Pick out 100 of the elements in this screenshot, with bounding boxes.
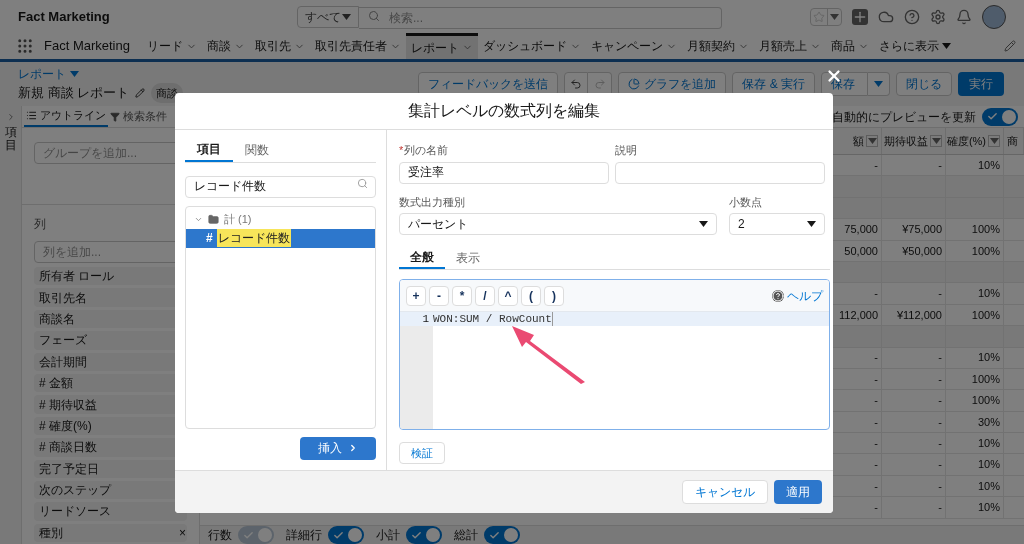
tree-item[interactable]: # レコード件数: [186, 228, 375, 248]
check-icon: [987, 111, 998, 122]
run-button[interactable]: 実行: [958, 72, 1004, 96]
table-cell-text: -: [938, 436, 942, 451]
chevron-right-icon: [348, 443, 358, 453]
sidebar-tab[interactable]: 検索条件: [108, 106, 169, 127]
tree-folder[interactable]: 計 (1): [186, 209, 375, 229]
search-icon: [357, 178, 368, 189]
toggle-label: 小計: [376, 527, 400, 544]
nav-tab[interactable]: リード: [142, 33, 202, 59]
nav-tab[interactable]: 商談: [202, 33, 250, 59]
cancel-button[interactable]: キャンセル: [682, 480, 768, 504]
nav-tab[interactable]: 月額売上: [754, 33, 826, 59]
save-menu-button[interactable]: [868, 72, 890, 96]
formula-code: WON:SUM / RowCount: [433, 312, 553, 326]
display-toggle[interactable]: [328, 526, 364, 544]
avatar[interactable]: [982, 4, 1006, 29]
toolbar-button[interactable]: フィードバックを送信: [418, 72, 559, 96]
chart-icon: [628, 78, 641, 90]
line-number: 1: [400, 312, 433, 326]
favorites-button[interactable]: [810, 7, 842, 26]
nav-tab[interactable]: レポート: [406, 33, 478, 59]
sidebar-tab[interactable]: アウトライン: [24, 106, 108, 127]
decimals-select[interactable]: 2: [729, 213, 825, 235]
nav-tab[interactable]: キャンペーン: [586, 33, 682, 59]
caret-icon: [70, 70, 79, 77]
description-field[interactable]: [615, 161, 825, 184]
filter-dropdown[interactable]: [866, 135, 878, 147]
operator-button[interactable]: (: [521, 285, 541, 306]
nav-tab[interactable]: さらに表示: [874, 33, 956, 59]
dialog-tab[interactable]: 項目: [185, 138, 233, 162]
nav-tab[interactable]: ダッシュボード: [478, 33, 586, 59]
table-cell-text: -: [874, 157, 878, 173]
field-search-field[interactable]: レコード件数: [185, 175, 376, 198]
breadcrumb-link[interactable]: レポート: [18, 64, 184, 83]
table-cell-text: -: [938, 350, 942, 366]
output-type-select[interactable]: パーセント: [399, 213, 717, 235]
validate-button[interactable]: 検証: [399, 442, 445, 465]
toolbar-button[interactable]: 閉じる: [896, 72, 952, 96]
operator-button[interactable]: +: [406, 285, 426, 306]
operator-button[interactable]: /: [475, 285, 495, 306]
dialog-tab[interactable]: 全般: [399, 246, 445, 269]
help-link[interactable]: ヘルプ: [772, 286, 823, 305]
apply-button[interactable]: 適用: [774, 480, 822, 504]
caret-icon: [989, 138, 999, 144]
table-cell-text: 10%: [977, 500, 1000, 516]
remove-button[interactable]: ×: [179, 523, 186, 542]
table-cell-text: 50,000: [844, 243, 878, 259]
column-header[interactable]: 期待収益: [882, 128, 946, 154]
insert-button[interactable]: 挿入: [300, 436, 376, 460]
toolbar-button[interactable]: 保存 & 実行: [732, 72, 815, 96]
filter-dropdown[interactable]: [930, 135, 942, 147]
check-icon: [411, 529, 422, 541]
table-cell-text: 100%: [971, 222, 1000, 238]
help-icon[interactable]: [904, 8, 920, 25]
redo-button[interactable]: [588, 72, 613, 96]
table-cell-text: 100%: [971, 307, 1000, 323]
column-item[interactable]: 種別: [39, 523, 63, 542]
filter-dropdown[interactable]: [988, 135, 1000, 147]
operator-button[interactable]: *: [452, 285, 472, 306]
notifications-icon[interactable]: [956, 8, 972, 25]
search-field[interactable]: 検索...: [359, 6, 722, 29]
add-chart-button[interactable]: グラフを追加: [618, 72, 727, 96]
undo-button[interactable]: [564, 72, 589, 96]
column-header[interactable]: 確度(%): [946, 128, 1004, 154]
add-icon[interactable]: [852, 8, 868, 25]
table-cell-text: 112,000: [839, 307, 878, 323]
operator-button[interactable]: ): [544, 285, 564, 306]
column-header[interactable]: 商: [1004, 128, 1024, 154]
operator-button[interactable]: -: [429, 285, 449, 306]
save-button[interactable]: 保存: [821, 72, 868, 96]
column-name-field[interactable]: 受注率: [399, 161, 609, 184]
formula-editor[interactable]: + - * / ^ ( ) ヘルプ 1 WON:SUM / RowCount: [399, 279, 830, 430]
nav-tab[interactable]: 月額契約: [682, 33, 754, 59]
table-cell-text: -: [874, 350, 878, 366]
nav-tab[interactable]: 取引先: [250, 33, 310, 59]
fields-panel-label[interactable]: 項目: [4, 126, 17, 153]
check-icon: [333, 529, 344, 541]
edit-icon[interactable]: [1004, 40, 1016, 52]
display-toggle[interactable]: [484, 526, 520, 544]
display-toggle[interactable]: [406, 526, 442, 544]
auto-preview-toggle[interactable]: [982, 107, 1018, 126]
report-title: 新規 商談 レポート: [18, 84, 130, 103]
nav-tab[interactable]: 商品: [826, 33, 874, 59]
app-launcher-icon[interactable]: [16, 37, 34, 55]
operator-button[interactable]: ^: [498, 285, 518, 306]
table-cell-text: -: [874, 286, 878, 302]
settings-icon[interactable]: [930, 8, 946, 25]
filter-icon: [110, 111, 120, 122]
dialog-tab[interactable]: 関数: [233, 138, 281, 162]
field-label: 数式出力種別: [399, 194, 466, 210]
table-cell-text: 100%: [971, 393, 1000, 409]
dialog-tab[interactable]: 表示: [445, 246, 491, 269]
edit-icon[interactable]: [135, 88, 146, 98]
search-scope-dropdown[interactable]: すべて: [297, 5, 359, 28]
nav-tab[interactable]: 取引先責任者: [310, 33, 406, 59]
table-cell-text: -: [874, 478, 878, 494]
table-cell-text: -: [938, 393, 942, 409]
table-cell-text: 100%: [971, 243, 1000, 259]
caret-icon: [874, 81, 883, 87]
